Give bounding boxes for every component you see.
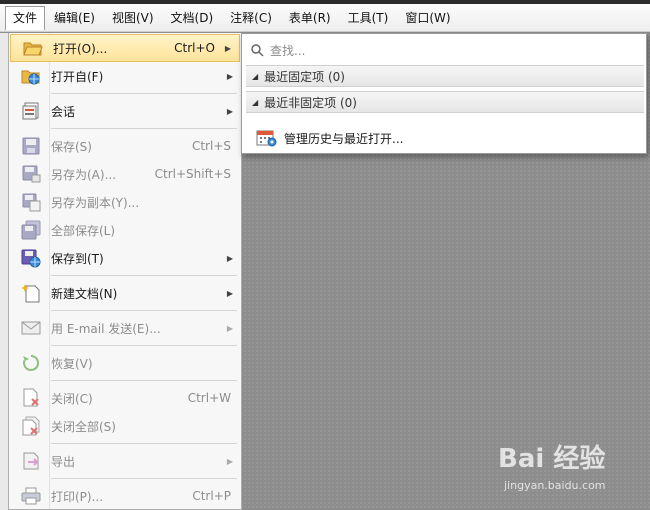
- chevron-right-icon: ▶: [226, 456, 233, 466]
- menu-window[interactable]: 窗口(W): [397, 6, 458, 29]
- menu-item-save-all[interactable]: 全部保存(L): [9, 216, 241, 244]
- save-copy-icon: [22, 193, 41, 212]
- chevron-right-icon: ▶: [226, 106, 233, 116]
- menu-item-save-copy[interactable]: 另存为副本(Y)...: [9, 188, 241, 216]
- menu-item-print[interactable]: 打印(P)... Ctrl+P: [9, 482, 241, 510]
- chevron-right-icon: ▶: [226, 323, 233, 333]
- menu-separator: [51, 443, 237, 444]
- calendar-gear-icon: [256, 130, 277, 147]
- menu-item-send-email[interactable]: 用 E-mail 发送(E)... ▶: [9, 314, 241, 342]
- chevron-right-icon: ▶: [226, 253, 233, 263]
- menu-item-open[interactable]: 打开(O)... Ctrl+O ▶: [10, 34, 240, 62]
- menu-item-save-to[interactable]: 保存到(T) ▶: [9, 244, 241, 272]
- watermark: Bai 经验 jingyan.baidu.com: [498, 438, 648, 498]
- chevron-right-icon: ▶: [226, 288, 233, 298]
- chevron-right-icon: ▶: [226, 71, 233, 81]
- menu-item-export[interactable]: 导出 ▶: [9, 447, 241, 475]
- menu-separator: [51, 478, 237, 479]
- save-as-icon: [22, 165, 41, 183]
- recent-pinned-header[interactable]: ◢ 最近固定项 (0): [246, 65, 644, 87]
- menu-separator: [51, 310, 237, 311]
- watermark-logo-text: Bai 经验: [498, 444, 606, 474]
- search-placeholder: 查找...: [270, 43, 306, 58]
- email-icon: [21, 321, 41, 335]
- menu-separator: [51, 345, 237, 346]
- close-all-icon: [22, 416, 40, 436]
- folder-open-icon: [23, 42, 43, 56]
- recent-search-field[interactable]: 查找...: [246, 38, 644, 62]
- menu-item-close[interactable]: 关闭(C) Ctrl+W: [9, 384, 241, 412]
- menu-separator: [51, 275, 237, 276]
- menu-view[interactable]: 视图(V): [104, 6, 162, 29]
- close-doc-icon: [23, 388, 39, 407]
- recent-unpinned-header[interactable]: ◢ 最近非固定项 (0): [246, 91, 644, 113]
- menu-file[interactable]: 文件: [5, 5, 46, 30]
- menu-tools[interactable]: 工具(T): [340, 6, 397, 29]
- menu-comment[interactable]: 注释(C): [222, 6, 280, 29]
- menu-edit[interactable]: 编辑(E): [46, 6, 103, 29]
- menu-item-save[interactable]: 保存(S) Ctrl+S: [9, 132, 241, 160]
- file-menu: 打开(O)... Ctrl+O ▶ 打开自(F) ▶ 会话 ▶ 保存(S) Ct…: [8, 33, 242, 510]
- search-icon: [251, 44, 264, 57]
- export-icon: [23, 452, 39, 470]
- menu-separator: [51, 93, 237, 94]
- collapse-triangle-icon: ◢: [252, 97, 259, 107]
- save-to-icon: [21, 249, 41, 268]
- watermark-url: jingyan.baidu.com: [504, 479, 606, 492]
- chevron-right-icon: ▶: [224, 43, 231, 53]
- revert-icon: [23, 354, 40, 371]
- menu-document[interactable]: 文档(D): [163, 6, 222, 29]
- session-icon: [22, 102, 39, 120]
- menu-bar: 文件 编辑(E) 视图(V) 文档(D) 注释(C) 表单(R) 工具(T) 窗…: [0, 4, 650, 32]
- menu-item-revert[interactable]: 恢复(V): [9, 349, 241, 377]
- manage-history-item[interactable]: 管理历史与最近打开...: [256, 125, 403, 151]
- new-document-icon: [21, 284, 40, 303]
- menu-item-session[interactable]: 会话 ▶: [9, 97, 241, 125]
- menu-item-open-from[interactable]: 打开自(F) ▶: [9, 62, 241, 90]
- print-icon: [21, 487, 41, 505]
- menu-form[interactable]: 表单(R): [281, 6, 339, 29]
- menu-separator: [51, 128, 237, 129]
- open-submenu: 查找... ◢ 最近固定项 (0) ◢ 最近非固定项 (0) 管理历史与最近打开…: [241, 33, 647, 154]
- menu-item-new-document[interactable]: 新建文档(N) ▶: [9, 279, 241, 307]
- folder-globe-icon: [21, 70, 40, 85]
- collapse-triangle-icon: ◢: [252, 71, 259, 81]
- save-icon: [22, 137, 40, 155]
- save-all-icon: [21, 220, 41, 240]
- menu-item-save-as[interactable]: 另存为(A)... Ctrl+Shift+S: [9, 160, 241, 188]
- menu-item-close-all[interactable]: 关闭全部(S): [9, 412, 241, 440]
- menu-separator: [51, 380, 237, 381]
